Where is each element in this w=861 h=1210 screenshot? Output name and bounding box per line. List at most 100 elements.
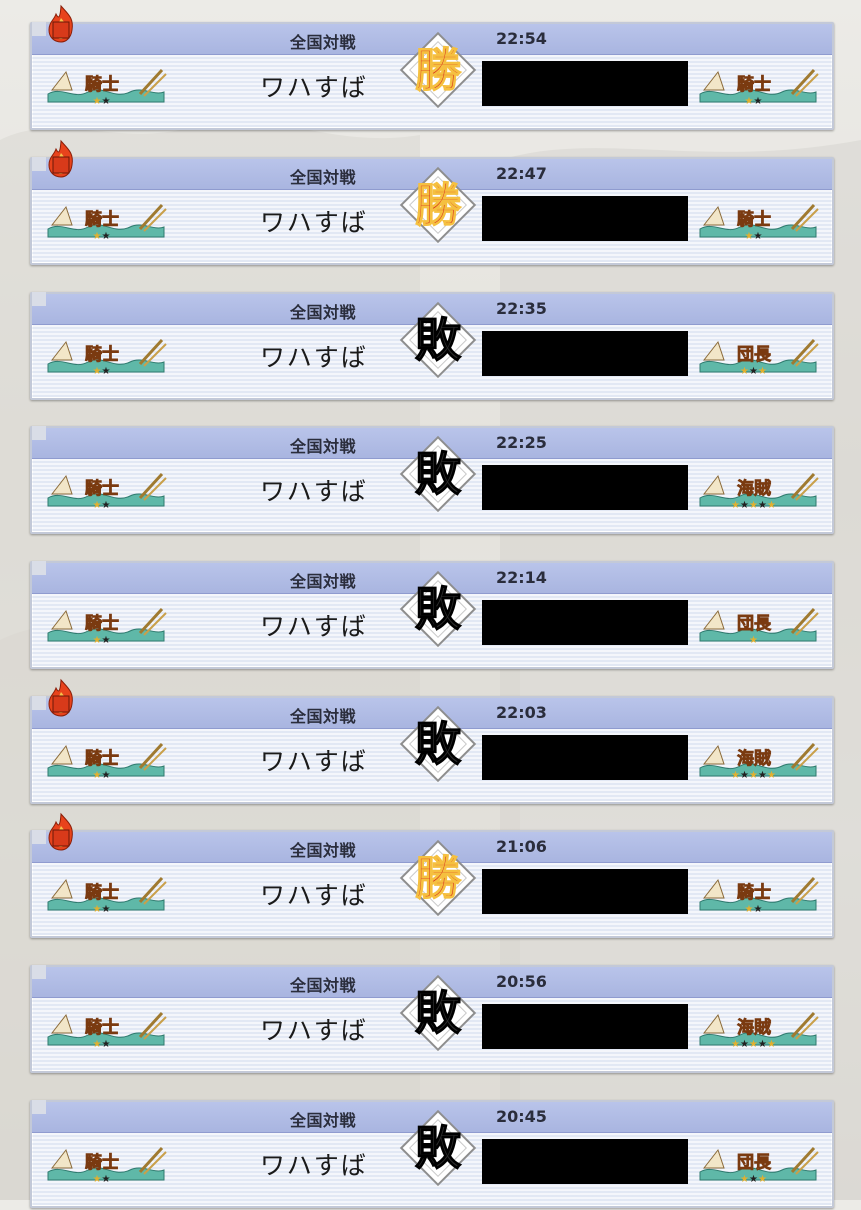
svg-text:★: ★ xyxy=(740,366,749,377)
loss-emblem-icon: 敗 xyxy=(398,290,478,398)
opponent-name-redacted xyxy=(482,1004,688,1049)
flame-icon xyxy=(44,812,78,852)
svg-text:★: ★ xyxy=(102,635,111,646)
match-time: 22:25 xyxy=(496,433,547,452)
rank-emblem-icon: 団長★ xyxy=(699,607,819,646)
svg-text:団長: 団長 xyxy=(737,345,772,365)
rank-emblem-icon: 騎士★ ★ xyxy=(47,1011,167,1050)
player-rank-badge: 騎士 ★ ★ xyxy=(44,870,168,916)
match-time: 20:56 xyxy=(496,972,547,991)
loss-emblem-icon: 敗 xyxy=(398,424,478,532)
svg-text:★: ★ xyxy=(102,366,111,377)
match-card[interactable]: 全国対戦 22:14 騎士 ★ ★ ワハすば敗団長 ★ xyxy=(30,561,834,669)
win-emblem-icon: 勝 xyxy=(398,20,478,128)
svg-text:★: ★ xyxy=(93,904,102,915)
opponent-name-redacted xyxy=(482,869,688,914)
match-mode-label: 全国対戦 xyxy=(290,437,357,456)
svg-text:★: ★ xyxy=(102,1174,111,1185)
rank-emblem-icon: 海賊★ ★ ★ ★ ★ xyxy=(699,472,819,511)
opponent-rank-badge: 騎士 ★ ★ xyxy=(696,197,820,243)
opponent-rank-badge: 海賊 ★ ★ ★ ★ ★ xyxy=(696,1005,820,1051)
svg-text:騎士: 騎士 xyxy=(85,74,119,95)
svg-text:★: ★ xyxy=(740,770,749,781)
rank-emblem-icon: 海賊★ ★ ★ ★ ★ xyxy=(699,742,819,781)
svg-text:★: ★ xyxy=(767,1039,776,1050)
opponent-rank-badge: 団長 ★ xyxy=(696,601,820,647)
player-name: ワハすば xyxy=(260,881,368,910)
svg-text:★: ★ xyxy=(754,231,763,242)
svg-text:★: ★ xyxy=(102,770,111,781)
win-emblem-icon: 勝 xyxy=(398,155,478,263)
opponent-name-redacted xyxy=(482,1139,688,1184)
match-time: 20:45 xyxy=(496,1107,547,1126)
svg-text:騎士: 騎士 xyxy=(85,209,119,230)
opponent-rank-badge: 団長 ★ ★ ★ xyxy=(696,1140,820,1186)
svg-text:海賊: 海賊 xyxy=(737,478,771,499)
match-card[interactable]: 全国対戦 22:47 騎士 ★ ★ ワハすば勝騎士 ★ ★ xyxy=(30,139,834,265)
player-name: ワハすば xyxy=(260,343,368,372)
svg-text:★: ★ xyxy=(767,770,776,781)
flame-icon xyxy=(44,139,78,179)
player-rank-badge: 騎士 ★ ★ xyxy=(44,1005,168,1051)
flame-icon xyxy=(44,678,78,718)
match-mode-label: 全国対戦 xyxy=(290,976,357,995)
opponent-rank-badge: 海賊 ★ ★ ★ ★ ★ xyxy=(696,736,820,782)
match-time: 22:47 xyxy=(496,164,547,183)
match-time: 22:54 xyxy=(496,29,547,48)
opponent-rank-badge: 海賊 ★ ★ ★ ★ ★ xyxy=(696,466,820,512)
svg-text:★: ★ xyxy=(749,635,758,646)
match-mode-label: 全国対戦 xyxy=(290,572,357,591)
loss-emblem-icon: 敗 xyxy=(398,963,478,1071)
result-label: 勝 xyxy=(415,178,462,232)
svg-text:★: ★ xyxy=(767,500,776,511)
svg-text:騎士: 騎士 xyxy=(85,344,119,365)
match-card[interactable]: 全国対戦 21:06 騎士 ★ ★ ワハすば勝騎士 ★ ★ xyxy=(30,812,834,938)
match-mode-label: 全国対戦 xyxy=(290,303,357,322)
svg-text:騎士: 騎士 xyxy=(85,1152,119,1173)
svg-text:★: ★ xyxy=(731,770,740,781)
svg-text:騎士: 騎士 xyxy=(85,613,119,634)
player-name: ワハすば xyxy=(260,208,368,237)
svg-text:★: ★ xyxy=(102,500,111,511)
result-label: 敗 xyxy=(415,717,462,771)
match-mode-label: 全国対戦 xyxy=(290,1111,357,1130)
rank-emblem-icon: 騎士★ ★ xyxy=(47,742,167,781)
svg-text:騎士: 騎士 xyxy=(85,478,119,499)
result-label: 敗 xyxy=(415,1121,462,1175)
match-card[interactable]: 全国対戦 20:56 騎士 ★ ★ ワハすば敗海賊 ★ ★ ★ ★ ★ xyxy=(30,965,834,1073)
match-card[interactable]: 全国対戦 22:25 騎士 ★ ★ ワハすば敗海賊 ★ ★ ★ ★ ★ xyxy=(30,426,834,534)
svg-text:団長: 団長 xyxy=(737,614,772,634)
svg-text:★: ★ xyxy=(93,96,102,107)
match-card[interactable]: 全国対戦 22:54 騎士 ★ ★ ワハすば勝騎士 ★ ★ xyxy=(30,4,834,130)
loss-emblem-icon: 敗 xyxy=(398,559,478,667)
match-time: 22:03 xyxy=(496,703,547,722)
match-card[interactable]: 全国対戦 22:03 騎士 ★ ★ ワハすば敗海賊 ★ ★ ★ ★ ★ xyxy=(30,678,834,804)
svg-text:★: ★ xyxy=(93,1174,102,1185)
svg-text:★: ★ xyxy=(740,1174,749,1185)
rank-emblem-icon: 団長★ ★ ★ xyxy=(699,1146,819,1185)
svg-text:団長: 団長 xyxy=(737,1153,772,1173)
player-rank-badge: 騎士 ★ ★ xyxy=(44,62,168,108)
match-card[interactable]: 全国対戦 20:45 騎士 ★ ★ ワハすば敗団長 ★ ★ ★ xyxy=(30,1100,834,1208)
svg-text:★: ★ xyxy=(102,904,111,915)
player-rank-badge: 騎士 ★ ★ xyxy=(44,1140,168,1186)
rank-emblem-icon: 騎士★ ★ xyxy=(699,203,819,242)
result-label: 勝 xyxy=(415,851,462,905)
svg-text:★: ★ xyxy=(745,96,754,107)
opponent-name-redacted xyxy=(482,735,688,780)
svg-text:騎士: 騎士 xyxy=(85,748,119,769)
svg-text:★: ★ xyxy=(754,904,763,915)
svg-text:★: ★ xyxy=(731,1039,740,1050)
player-name: ワハすば xyxy=(260,612,368,641)
rank-emblem-icon: 騎士★ ★ xyxy=(47,338,167,377)
svg-text:海賊: 海賊 xyxy=(737,1017,771,1038)
match-card[interactable]: 全国対戦 22:35 騎士 ★ ★ ワハすば敗団長 ★ ★ ★ xyxy=(30,292,834,400)
opponent-rank-badge: 騎士 ★ ★ xyxy=(696,870,820,916)
match-mode-label: 全国対戦 xyxy=(290,841,357,860)
match-time: 22:14 xyxy=(496,568,547,587)
svg-text:★: ★ xyxy=(758,500,767,511)
svg-text:★: ★ xyxy=(102,1039,111,1050)
svg-text:★: ★ xyxy=(93,500,102,511)
player-rank-badge: 騎士 ★ ★ xyxy=(44,736,168,782)
svg-text:★: ★ xyxy=(102,96,111,107)
